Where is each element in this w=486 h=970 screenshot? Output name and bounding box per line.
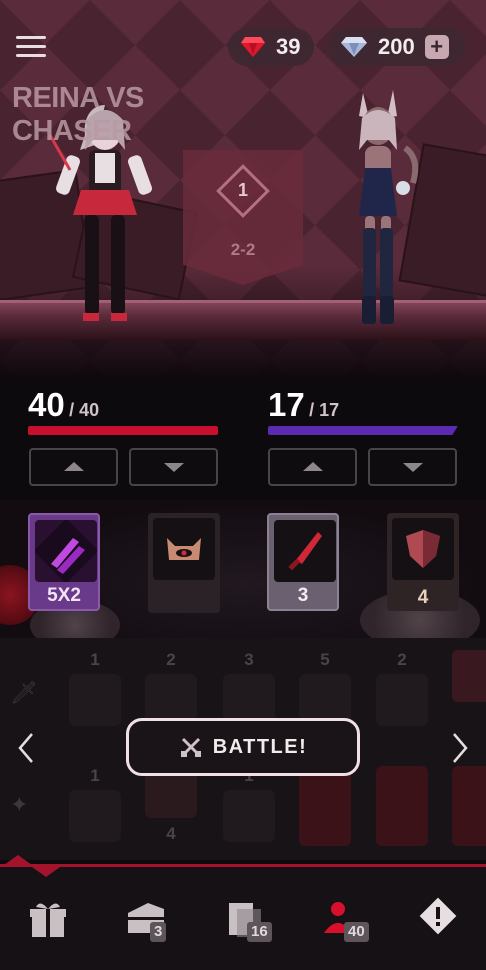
nav-alerts[interactable] <box>408 895 468 945</box>
up-arrow-icon <box>63 462 84 471</box>
player-hp: 40 / 40 <box>28 386 100 423</box>
chest-badge: 3 <box>150 922 167 942</box>
inventory-slot[interactable] <box>374 766 430 846</box>
card-label: 5X2 <box>47 585 81 606</box>
player-hp-bar <box>28 426 218 435</box>
stage-level: 2-2 <box>230 240 256 259</box>
card-dagger[interactable]: 3 <box>267 513 339 611</box>
inventory-slot[interactable]: 1 <box>221 766 277 842</box>
card-shield[interactable]: 4 <box>387 513 459 611</box>
chaser-character[interactable] <box>345 88 425 328</box>
cat-mask-icon <box>153 518 215 580</box>
nav-chest[interactable]: 3 <box>118 895 178 945</box>
inventory-slot[interactable]: 1 <box>67 650 123 726</box>
enemy-hp: 17 / 17 <box>268 386 340 423</box>
hamburger-menu-icon[interactable] <box>16 36 46 60</box>
ruby-icon <box>241 37 265 57</box>
crossed-swords-icon <box>180 737 201 757</box>
gem-counter[interactable]: 200 + <box>328 28 466 66</box>
up-arrow-icon <box>302 462 323 471</box>
battle-button[interactable]: BATTLE! <box>126 718 360 776</box>
enemy-up-button[interactable] <box>268 448 357 486</box>
chest-icon <box>128 903 164 933</box>
inventory-slot[interactable]: 6 <box>450 650 486 722</box>
gem-count: 200 <box>378 34 415 59</box>
inventory-slot[interactable]: 2 <box>143 650 199 726</box>
down-arrow-icon <box>402 463 423 472</box>
chevron-left-icon[interactable] <box>15 730 37 766</box>
team-badge: 40 <box>344 922 369 942</box>
inventory-slot[interactable]: 1 <box>67 766 123 842</box>
battle-label: BATTLE! <box>212 735 308 758</box>
enemy-down-button[interactable] <box>368 448 457 486</box>
card-double-daggers[interactable]: 5X2 <box>28 513 100 611</box>
ruby-count: 39 <box>276 34 301 59</box>
inventory-slot[interactable] <box>450 766 486 846</box>
inventory-slot[interactable]: 3 <box>221 650 277 726</box>
nav-cards[interactable]: 16 <box>215 895 275 945</box>
inventory-slot[interactable]: 2 <box>374 650 430 726</box>
matchup-title: REINA VS CHASER <box>12 82 144 147</box>
down-arrow-icon <box>163 463 184 472</box>
gift-icon <box>30 903 66 937</box>
double-daggers-icon <box>33 518 99 584</box>
cards-badge: 16 <box>247 922 272 942</box>
inventory-slot[interactable]: 4 <box>143 766 199 843</box>
inventory-slot[interactable]: 5 <box>297 650 353 726</box>
add-gems-button[interactable]: + <box>424 35 449 59</box>
ruby-counter[interactable]: 39 <box>228 28 314 66</box>
wave-number: 1 <box>237 180 248 200</box>
nav-indicator <box>32 867 60 877</box>
nav-gifts[interactable] <box>18 895 78 945</box>
diamond-icon <box>341 37 367 57</box>
shield-icon <box>392 518 454 580</box>
star-filter-icon[interactable]: ✦ <box>10 792 28 818</box>
card-label: 3 <box>297 585 309 606</box>
player-down-button[interactable] <box>129 448 218 486</box>
chevron-right-icon[interactable] <box>449 730 471 766</box>
enemy-hp-bar <box>268 426 458 435</box>
card-label: 4 <box>417 587 429 608</box>
card-cat-mask[interactable] <box>148 513 220 613</box>
dagger-icon <box>274 520 336 582</box>
player-up-button[interactable] <box>29 448 118 486</box>
inventory-slot[interactable] <box>297 766 353 846</box>
nav-team[interactable]: 40 <box>316 895 376 945</box>
sword-filter-icon[interactable]: 🗡 <box>10 680 38 706</box>
alert-icon <box>419 897 457 935</box>
